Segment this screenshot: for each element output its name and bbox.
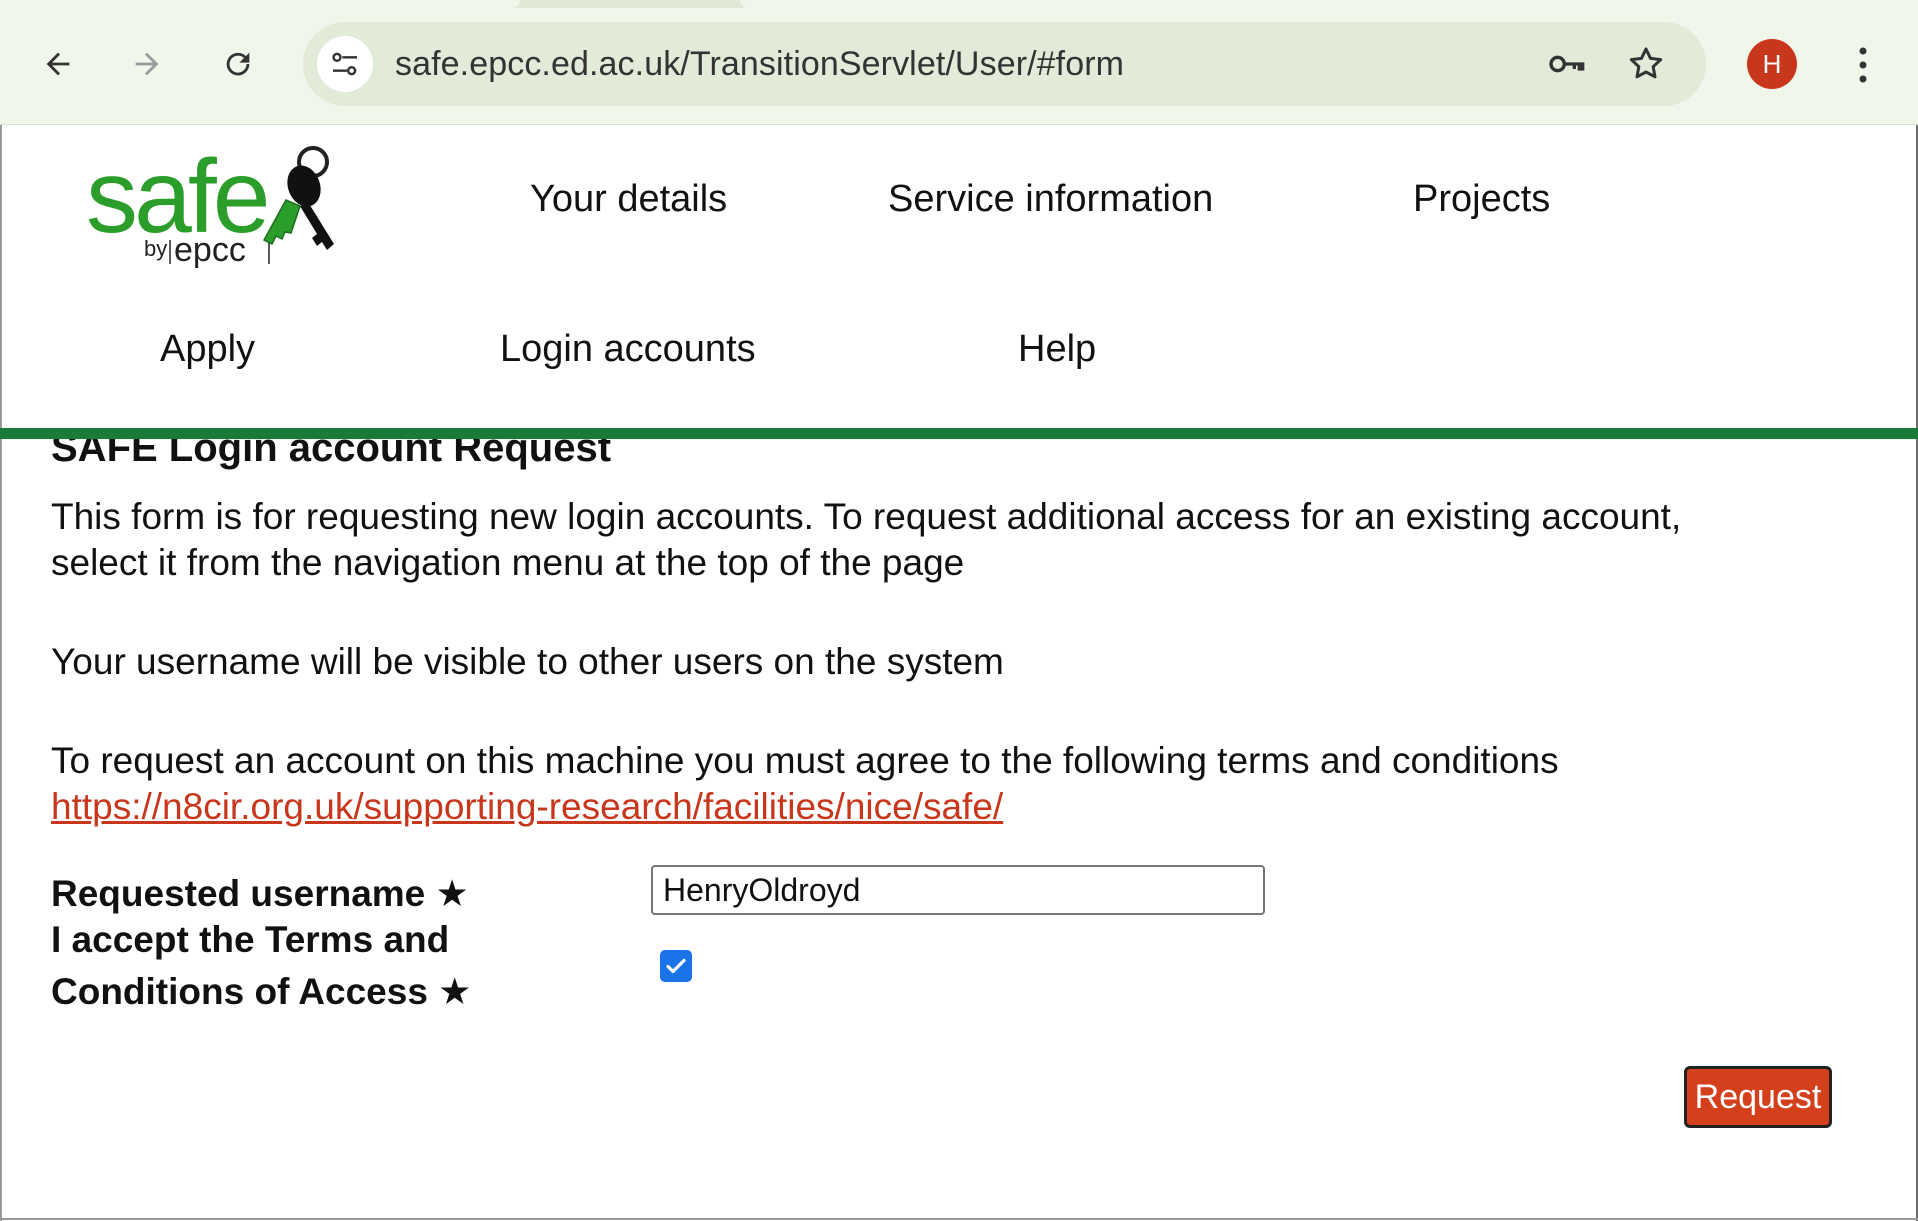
username-input[interactable]: [651, 865, 1265, 915]
forward-arrow-icon: [135, 52, 159, 76]
username-label: Requested username ★: [51, 873, 469, 914]
reload-icon: [226, 52, 250, 76]
accept-label-line-1: I accept the Terms and: [51, 919, 450, 960]
logo-by: by: [144, 236, 167, 261]
browser-toolbar: safe.epcc.ed.ac.uk/TransitionServlet/Use…: [0, 0, 1918, 125]
address-bar[interactable]: safe.epcc.ed.ac.uk/TransitionServlet/Use…: [303, 22, 1706, 106]
intro-line-2: select it from the navigation menu at th…: [51, 542, 965, 583]
nav-service-information[interactable]: Service information: [888, 178, 1213, 221]
tab-strip-right: [740, 0, 1918, 8]
terms-text: To request an account on this machine yo…: [51, 740, 1559, 781]
logo-org: epcc: [174, 231, 246, 269]
nav-your-details[interactable]: Your details: [530, 178, 727, 221]
password-key-button[interactable]: [1546, 44, 1586, 84]
bookmark-button[interactable]: [1626, 44, 1666, 84]
nav-projects[interactable]: Projects: [1413, 178, 1550, 221]
intro-line-1: This form is for requesting new login ac…: [51, 496, 1682, 537]
bookmark-star-icon: [1629, 47, 1663, 79]
back-button[interactable]: [30, 36, 86, 92]
profile-avatar[interactable]: H: [1747, 39, 1797, 89]
url-text[interactable]: safe.epcc.ed.ac.uk/TransitionServlet/Use…: [395, 22, 1124, 106]
window-left-border: [0, 125, 2, 1221]
keys-icon: [262, 146, 334, 250]
site-settings-button[interactable]: [317, 36, 373, 92]
header-divider: [0, 428, 1918, 439]
reload-button[interactable]: [210, 36, 266, 92]
terms-link[interactable]: https://n8cir.org.uk/supporting-research…: [51, 784, 1003, 830]
nav-login-accounts[interactable]: Login accounts: [500, 328, 756, 371]
accept-terms-checkbox[interactable]: [660, 950, 692, 982]
nav-help[interactable]: Help: [1018, 328, 1096, 371]
nav-apply[interactable]: Apply: [160, 328, 255, 371]
kebab-menu-icon: [1859, 47, 1867, 83]
back-arrow-icon: [46, 52, 70, 76]
site-settings-icon: [332, 52, 357, 76]
window-bottom-border: [0, 1218, 1918, 1220]
tab-strip-left: [0, 0, 520, 8]
safe-by-epcc-logo: safe by epcc: [86, 139, 334, 269]
checkmark-icon: [666, 958, 686, 974]
request-button[interactable]: Request: [1684, 1066, 1832, 1128]
accept-label-line-2: Conditions of Access ★: [51, 971, 472, 1012]
username-note: Your username will be visible to other u…: [51, 641, 1004, 682]
browser-menu-button[interactable]: [1848, 40, 1878, 90]
password-key-icon: [1549, 55, 1585, 73]
safe-logo[interactable]: safe by epcc: [86, 139, 356, 270]
forward-button[interactable]: [119, 36, 175, 92]
